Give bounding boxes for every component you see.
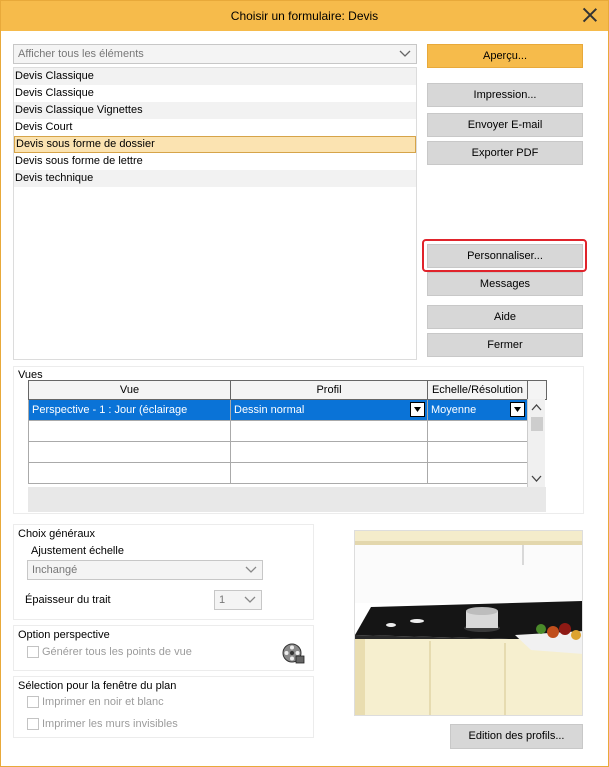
window-title: Choisir un formulaire: Devis (230, 9, 379, 23)
cell[interactable] (230, 420, 428, 442)
generer-label: Générer tous les points de vue (42, 646, 192, 658)
cell[interactable] (230, 441, 428, 463)
cell[interactable] (427, 462, 528, 484)
envoyer-email-button[interactable]: Envoyer E-mail (427, 113, 583, 137)
list-item[interactable]: Devis technique (14, 170, 416, 187)
filter-value: Afficher tous les éléments (18, 48, 144, 60)
dialog-window: Choisir un formulaire: Devis Afficher to… (0, 0, 609, 767)
cell[interactable] (427, 441, 528, 463)
chevron-down-icon (244, 596, 256, 603)
cell-echelle[interactable]: Moyenne (427, 399, 528, 421)
close-icon[interactable] (582, 7, 598, 23)
triangle-down-icon (414, 407, 421, 412)
perspective-label: Option perspective (18, 629, 110, 641)
kitchen-preview-image (354, 530, 583, 716)
list-item[interactable]: Devis Classique (14, 68, 416, 85)
filter-dropdown[interactable]: Afficher tous les éléments (13, 44, 417, 64)
title-bar: Choisir un formulaire: Devis (1, 1, 608, 31)
cell-vue[interactable]: Perspective - 1 : Jour (éclairage (28, 399, 231, 421)
list-item[interactable]: Devis Classique Vignettes (14, 102, 416, 119)
noir-blanc-label: Imprimer en noir et blanc (42, 696, 164, 708)
echelle-dropdown-button[interactable] (510, 402, 525, 417)
column-header-profil[interactable]: Profil (230, 380, 428, 400)
profil-value: Dessin normal (234, 404, 305, 416)
cell[interactable] (427, 420, 528, 442)
personnaliser-button[interactable]: Personnaliser... (427, 244, 583, 268)
ajustement-dropdown[interactable]: Inchangé (27, 560, 263, 580)
epaisseur-value: 1 (219, 594, 226, 606)
chevron-down-icon (399, 50, 411, 57)
form-list[interactable]: Devis Classique Devis Classique Devis Clas… (13, 67, 417, 360)
scroll-thumb[interactable] (531, 417, 543, 431)
noir-blanc-checkbox[interactable] (27, 696, 39, 708)
cell[interactable] (230, 462, 428, 484)
murs-invisibles-checkbox[interactable] (27, 718, 39, 730)
column-header-spacer (527, 380, 547, 400)
edition-profils-button[interactable]: Edition des profils... (450, 724, 583, 749)
table-row[interactable] (28, 441, 547, 463)
fermer-button[interactable]: Fermer (427, 333, 583, 357)
views-table: Vue Profil Echelle/Résolution Perspectiv… (28, 380, 547, 484)
ajustement-value: Inchangé (32, 564, 78, 576)
cell[interactable] (28, 420, 231, 442)
views-scrollbar[interactable] (527, 399, 545, 487)
table-row[interactable] (28, 420, 547, 442)
apercu-button[interactable]: Aperçu... (427, 44, 583, 68)
scroll-down-icon[interactable] (531, 475, 542, 483)
plan-label: Sélection pour la fenêtre du plan (18, 680, 177, 692)
ajustement-label: Ajustement échelle (31, 545, 124, 557)
generer-checkbox[interactable] (27, 646, 39, 658)
scroll-up-icon[interactable] (531, 403, 542, 411)
epaisseur-label: Épaisseur du trait (25, 594, 111, 606)
table-row[interactable] (28, 462, 547, 484)
profil-dropdown-button[interactable] (410, 402, 425, 417)
impression-button[interactable]: Impression... (427, 83, 583, 107)
film-reel-icon[interactable] (281, 641, 305, 665)
aide-button[interactable]: Aide (427, 305, 583, 329)
cell[interactable] (28, 441, 231, 463)
chevron-down-icon (245, 566, 257, 573)
triangle-down-icon (514, 407, 521, 412)
list-item[interactable]: Devis Classique (14, 85, 416, 102)
list-item[interactable]: Devis Court (14, 119, 416, 136)
messages-button[interactable]: Messages (427, 272, 583, 296)
cell[interactable] (28, 462, 231, 484)
column-header-echelle[interactable]: Echelle/Résolution (427, 380, 528, 400)
choix-label: Choix généraux (18, 528, 96, 540)
table-header-row: Vue Profil Echelle/Résolution (28, 380, 547, 400)
exporter-pdf-button[interactable]: Exporter PDF (427, 141, 583, 165)
cell-profil[interactable]: Dessin normal (230, 399, 428, 421)
murs-invisibles-label: Imprimer les murs invisibles (42, 718, 178, 730)
epaisseur-dropdown[interactable]: 1 (214, 590, 262, 610)
list-item[interactable]: Devis sous forme de lettre (14, 153, 416, 170)
table-footer (28, 487, 546, 512)
column-header-vue[interactable]: Vue (28, 380, 231, 400)
table-row[interactable]: Perspective - 1 : Jour (éclairage Dessin… (28, 399, 547, 421)
list-item[interactable]: Devis sous forme de dossier (14, 136, 416, 153)
echelle-value: Moyenne (431, 404, 477, 416)
